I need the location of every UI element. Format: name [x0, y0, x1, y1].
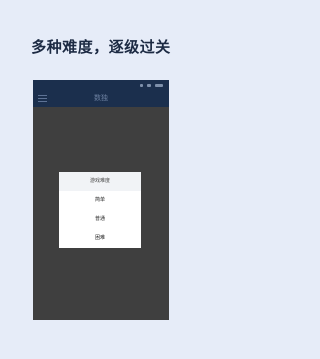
promo-headline: 多种难度，逐级过关 — [31, 38, 171, 56]
difficulty-option-normal[interactable]: 普通 — [59, 210, 141, 229]
wifi-icon — [147, 83, 151, 87]
difficulty-dialog: 游戏难度 简单 普通 困难 — [59, 172, 141, 248]
app-title: 数独 — [94, 94, 108, 102]
difficulty-option-easy[interactable]: 简单 — [59, 191, 141, 210]
battery-icon — [155, 83, 163, 87]
difficulty-option-hard[interactable]: 困难 — [59, 229, 141, 248]
phone-screen: 数独 游戏难度 简单 普通 困难 — [33, 80, 169, 320]
dialog-title: 游戏难度 — [59, 172, 141, 191]
status-bar — [140, 82, 163, 88]
signal-icon — [140, 83, 143, 87]
app-bar: 数独 — [33, 80, 169, 107]
